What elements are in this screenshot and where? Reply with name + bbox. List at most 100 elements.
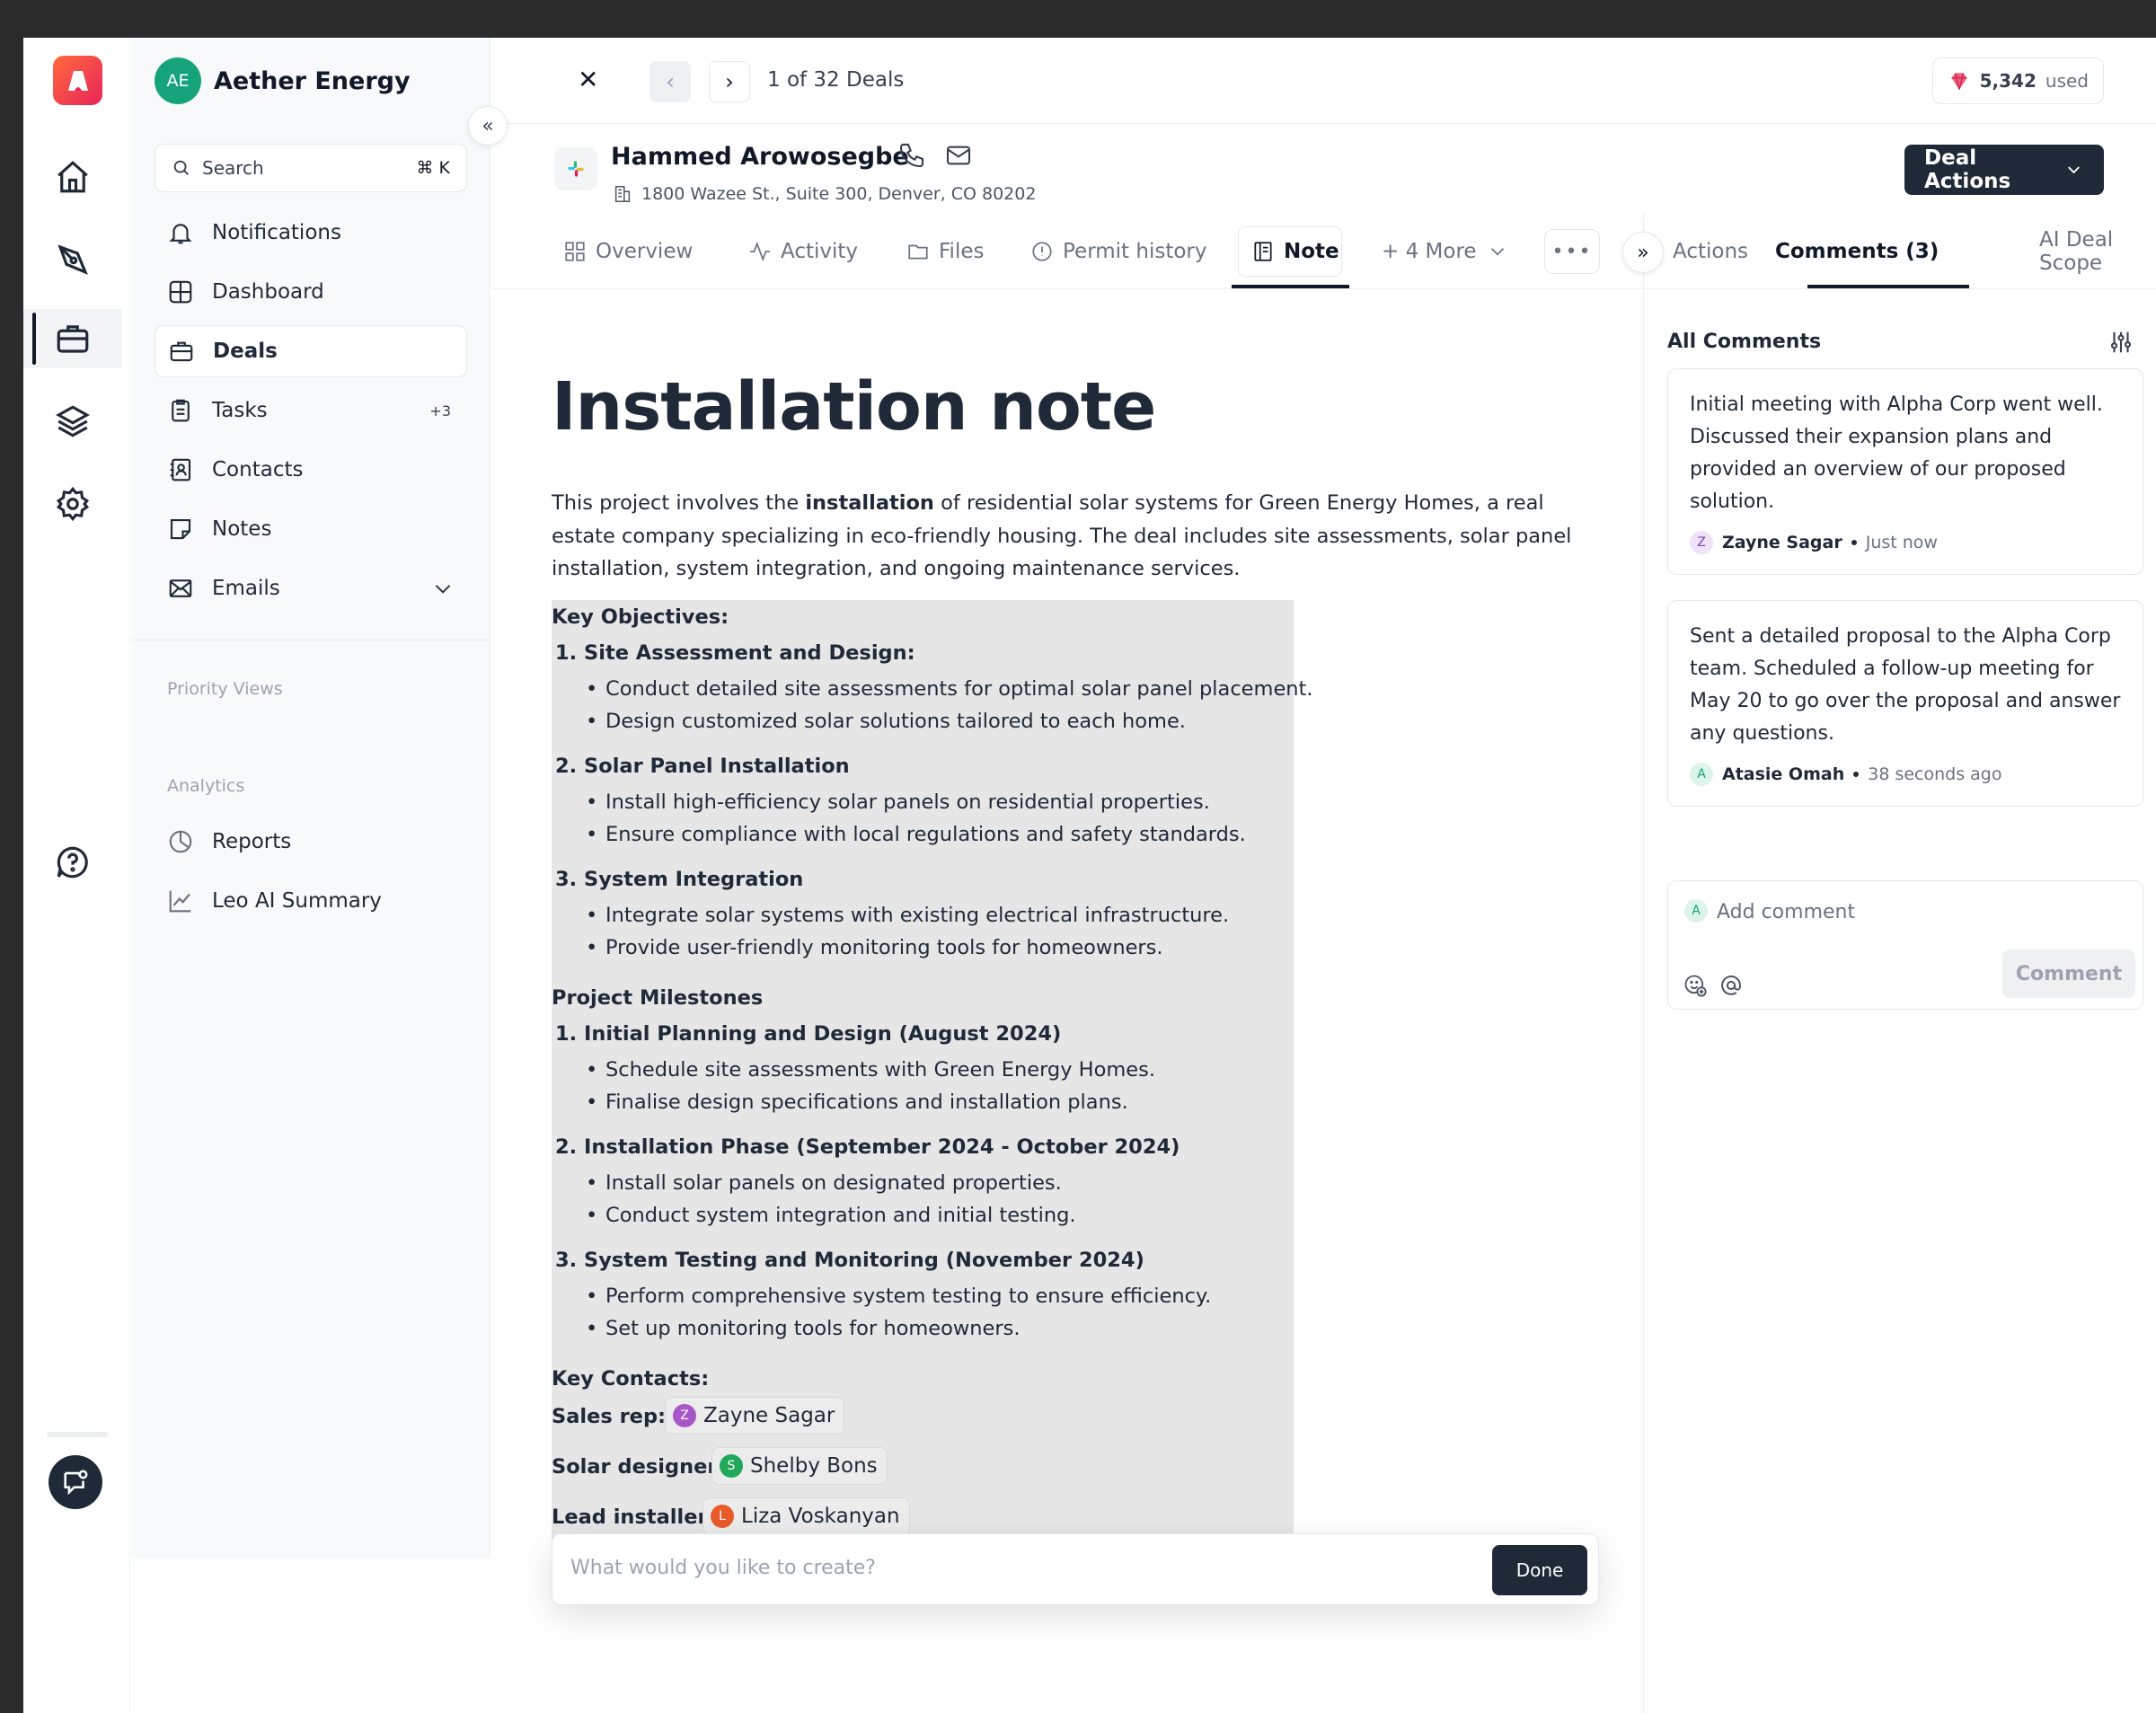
sidebar: AE Aether Energy Search ⌘ K Notification… bbox=[131, 38, 490, 1558]
chevron-down-icon[interactable] bbox=[431, 577, 455, 600]
filter-sliders-icon[interactable] bbox=[2107, 329, 2134, 356]
trend-chart-icon bbox=[169, 890, 191, 913]
comment-author[interactable]: Zayne Sagar bbox=[1722, 533, 1842, 552]
expand-panel-button[interactable]: » bbox=[1622, 232, 1664, 273]
deal-contact-name: Hammed Arowosegbe bbox=[611, 143, 909, 171]
mention-at-icon[interactable] bbox=[1719, 973, 1744, 998]
previous-deal-button[interactable]: ‹ bbox=[649, 61, 691, 102]
contacts-heading: Key Contacts: bbox=[552, 1367, 710, 1391]
contact-role: Sales rep: bbox=[552, 1405, 667, 1428]
nav-item-leo-ai-summary[interactable]: Leo AI Summary bbox=[155, 875, 467, 927]
note-title[interactable]: Installation note bbox=[552, 368, 1156, 446]
briefcase-icon bbox=[170, 341, 193, 362]
done-button[interactable]: Done bbox=[1492, 1545, 1587, 1595]
overview-icon bbox=[565, 242, 585, 261]
next-deal-button[interactable]: › bbox=[709, 61, 750, 102]
comment-text: Initial meeting with Alpha Corp went wel… bbox=[1690, 393, 2103, 513]
add-comment-input[interactable]: Add comment bbox=[1717, 901, 1855, 923]
mail-icon bbox=[169, 579, 192, 597]
tab-label: Permit history bbox=[1063, 240, 1207, 263]
settings-gear-icon[interactable] bbox=[23, 474, 122, 534]
help-chat-icon[interactable] bbox=[23, 833, 122, 892]
bell-icon bbox=[169, 224, 192, 244]
nav-item-deals[interactable]: Deals bbox=[155, 325, 467, 377]
tab-ai-deal-scope[interactable]: AI Deal Scope bbox=[2039, 214, 2156, 289]
phone-icon[interactable] bbox=[897, 141, 926, 170]
main-nav: Notifications Dashboard Deals Tasks +3 C… bbox=[155, 207, 467, 622]
deal-actions-label: Deal Actions bbox=[1924, 146, 2011, 193]
nav-item-notifications[interactable]: Notifications bbox=[155, 207, 467, 259]
pen-tool-icon[interactable] bbox=[23, 230, 122, 289]
ai-prompt-input[interactable]: What would you like to create? bbox=[570, 1557, 876, 1579]
emoji-icon[interactable] bbox=[1683, 973, 1708, 998]
home-icon[interactable] bbox=[23, 147, 122, 207]
tasks-count-badge: +3 bbox=[429, 402, 451, 419]
nav-item-emails[interactable]: Emails bbox=[155, 562, 467, 614]
objectives-heading: Key Objectives: bbox=[552, 605, 729, 629]
list-item: Integrate solar systems with existing el… bbox=[586, 904, 1229, 927]
credits-usage-badge[interactable]: 5,342 used bbox=[1931, 57, 2104, 104]
milestone-title: 2. Installation Phase (September 2024 - … bbox=[555, 1135, 1180, 1159]
tab-actions[interactable]: Actions bbox=[1673, 214, 1748, 289]
search-icon bbox=[173, 160, 189, 175]
contact-chip[interactable]: Z Zayne Sagar bbox=[665, 1397, 845, 1435]
selected-text-block[interactable]: Key Objectives: 1. Site Assessment and D… bbox=[552, 600, 1313, 1558]
nav-item-notes[interactable]: Notes bbox=[155, 503, 467, 555]
tab-label: Files bbox=[939, 240, 985, 263]
tab-permit-history[interactable]: Permit history bbox=[1030, 214, 1206, 289]
deal-actions-button[interactable]: Deal Actions bbox=[1904, 145, 2104, 195]
section-priority-views: Priority Views bbox=[167, 679, 283, 699]
workspace-switcher[interactable]: AE Aether Energy bbox=[155, 57, 411, 104]
objective-title: 3. System Integration bbox=[555, 868, 804, 891]
avatar: S bbox=[720, 1454, 743, 1478]
close-icon[interactable]: ✕ bbox=[578, 65, 598, 94]
comment-text: Sent a detailed proposal to the Alpha Co… bbox=[1690, 625, 2121, 745]
credits-value: 5,342 bbox=[1979, 70, 2037, 92]
more-options-button[interactable]: ••• bbox=[1544, 229, 1600, 274]
app-window: AE Aether Energy Search ⌘ K Notification… bbox=[23, 38, 2156, 1713]
comment-submit-button[interactable]: Comment bbox=[2002, 949, 2135, 998]
contact-chip[interactable]: L Liza Voskanyan bbox=[702, 1497, 910, 1535]
list-item: Design customized solar solutions tailor… bbox=[586, 710, 1186, 733]
contact-chip[interactable]: S Shelby Bons bbox=[711, 1447, 888, 1485]
list-item: Install solar panels on designated prope… bbox=[586, 1171, 1062, 1195]
gem-icon bbox=[1950, 73, 1967, 90]
nav-item-contacts[interactable]: Contacts bbox=[155, 444, 467, 496]
nav-item-dashboard[interactable]: Dashboard bbox=[155, 266, 467, 318]
tab-files[interactable]: Files bbox=[906, 214, 984, 289]
note-intro[interactable]: This project involves the installation o… bbox=[552, 487, 1594, 586]
comments-panel: » Actions Comments (3) AI Deal Scope All… bbox=[1622, 214, 2156, 1713]
tab-activity[interactable]: Activity bbox=[748, 214, 858, 289]
comment-author[interactable]: Atasie Omah bbox=[1722, 764, 1844, 784]
alert-circle-icon bbox=[1032, 242, 1052, 261]
nav-label: Reports bbox=[212, 830, 292, 853]
briefcase-icon[interactable] bbox=[23, 309, 122, 368]
layers-icon[interactable] bbox=[23, 392, 122, 451]
tab-more[interactable]: + 4 More bbox=[1382, 214, 1509, 289]
nav-item-tasks[interactable]: Tasks +3 bbox=[155, 384, 467, 437]
comment-meta: Z Zayne Sagar Just now bbox=[1690, 531, 2121, 554]
avatar: A bbox=[1684, 899, 1708, 923]
note-doc-icon bbox=[1254, 242, 1272, 261]
credits-suffix: used bbox=[2045, 70, 2089, 92]
deal-contact-actions bbox=[897, 141, 973, 170]
app-logo[interactable] bbox=[53, 56, 102, 105]
milestone-title: 1. Initial Planning and Design (August 2… bbox=[555, 1022, 1062, 1046]
support-chat-button[interactable] bbox=[49, 1455, 102, 1509]
email-icon[interactable] bbox=[944, 141, 973, 170]
avatar: Z bbox=[673, 1404, 696, 1427]
search-input[interactable]: Search ⌘ K bbox=[155, 144, 467, 192]
intro-text: This project involves the bbox=[552, 491, 806, 515]
company-logo bbox=[554, 147, 597, 190]
add-comment-box[interactable]: A Add comment Comment bbox=[1667, 880, 2143, 1010]
tab-overview[interactable]: Overview bbox=[563, 214, 693, 289]
comment-meta: A Atasie Omah 38 seconds ago bbox=[1690, 763, 2121, 786]
nav-label: Deals bbox=[213, 340, 278, 363]
tab-comments[interactable]: Comments (3) bbox=[1775, 214, 1939, 289]
nav-item-reports[interactable]: Reports bbox=[155, 816, 467, 868]
workspace-name: Aether Energy bbox=[214, 66, 411, 95]
collapse-sidebar-button[interactable]: « bbox=[468, 106, 508, 146]
tab-note[interactable]: Note bbox=[1251, 214, 1339, 289]
chevron-down-icon bbox=[1490, 248, 1504, 256]
nav-label: Contacts bbox=[212, 458, 304, 481]
